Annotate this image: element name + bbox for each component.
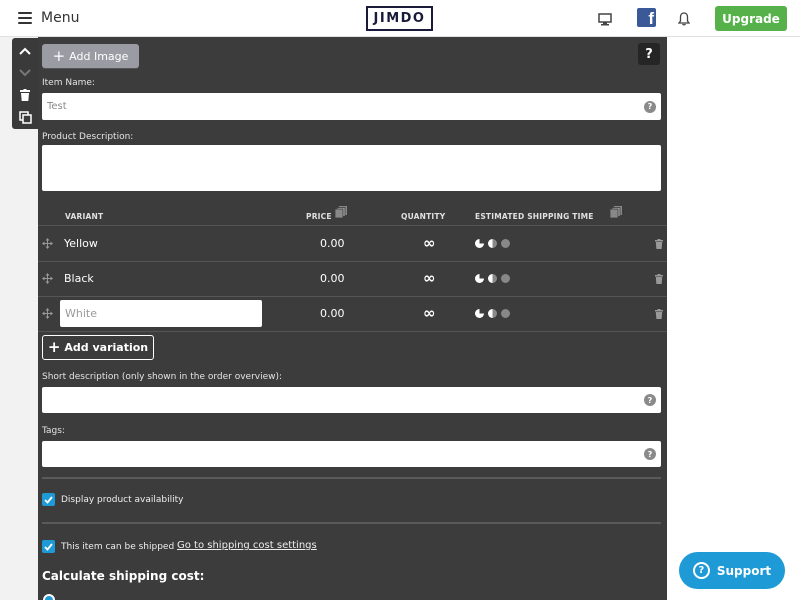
shipping-time-short-icon[interactable] [475,274,484,283]
hamburger-icon [18,12,32,24]
variant-row: Black 0.00 ∞ [38,261,667,296]
divider [42,477,661,479]
help-icon[interactable]: ? [644,448,656,460]
shipping-time-medium-icon[interactable] [488,274,497,283]
variant-name[interactable]: Black [64,272,94,285]
can-be-shipped-option: This item can be shipped [42,540,174,553]
display-availability-option: Display product availability [42,493,183,506]
trash-icon[interactable] [655,239,663,249]
tags-input[interactable] [42,441,631,467]
drag-handle-icon[interactable] [42,308,53,319]
shipping-time-column-header: ESTIMATED SHIPPING TIME [475,212,594,221]
can-be-shipped-label: This item can be shipped [61,541,175,552]
short-description-label: Short description (only shown in the ord… [42,372,283,382]
add-image-button[interactable]: + Add Image [42,44,139,68]
variant-column-header: VARIANT [65,212,104,221]
trash-icon[interactable] [17,87,33,103]
shipping-time-short-icon[interactable] [475,309,484,318]
divider [38,331,667,332]
variant-price[interactable]: 0.00 [320,237,345,250]
shipping-time-long-icon[interactable] [501,239,510,248]
top-bar: Menu JIMDO f Upgrade [0,0,800,37]
facebook-icon[interactable]: f [637,8,656,27]
help-button[interactable]: ? [638,43,660,65]
checkmark-icon [44,542,53,551]
menu-label: Menu [41,10,80,26]
product-editor-panel: + Add Image ? Item Name: ? Product Descr… [38,37,667,600]
item-name-input[interactable] [42,93,631,120]
element-toolbar [12,38,38,129]
shipping-calculation-radio[interactable] [43,594,55,600]
can-be-shipped-checkbox[interactable] [42,540,55,553]
tags-field: ? [42,441,661,467]
bell-icon[interactable] [673,8,695,30]
menu-button[interactable]: Menu [18,8,79,28]
variant-price[interactable]: 0.00 [320,307,345,320]
shipping-time-selector [475,239,510,248]
support-label: Support [716,563,772,578]
price-column-header: PRICE [306,212,332,221]
shipping-time-medium-icon[interactable] [488,309,497,318]
variant-row: Yellow 0.00 ∞ [38,226,667,261]
product-description-label: Product Description: [42,132,134,142]
item-name-field: ? [42,93,661,120]
checkmark-icon [44,495,53,504]
help-icon: ? [692,562,710,579]
duplicate-icon[interactable] [17,109,33,125]
chevron-up-icon[interactable] [17,43,33,59]
plus-icon: + [47,338,61,356]
shipping-time-medium-icon[interactable] [488,239,497,248]
variant-name-input[interactable]: White [60,300,262,327]
shipping-time-selector [475,309,510,318]
tags-label: Tags: [42,426,65,436]
shipping-time-long-icon[interactable] [501,309,510,318]
shipping-settings-link[interactable]: Go to shipping cost settings [177,540,317,551]
variant-name[interactable]: Yellow [64,237,98,250]
upgrade-button[interactable]: Upgrade [715,6,787,31]
add-variation-label: Add variation [64,341,149,354]
item-name-label: Item Name: [42,78,95,88]
copy-shipping-icon[interactable] [610,206,622,218]
display-availability-label: Display product availability [61,494,184,505]
product-description-input[interactable] [42,145,661,191]
short-description-input[interactable] [42,387,631,413]
variant-quantity[interactable]: ∞ [423,269,436,287]
trash-icon[interactable] [655,274,663,284]
drag-handle-icon[interactable] [42,273,53,284]
page-canvas [667,37,800,600]
trash-icon[interactable] [655,309,663,319]
support-button[interactable]: ? Support [679,552,785,589]
display-availability-checkbox[interactable] [42,493,55,506]
plus-icon: + [52,46,66,65]
shipping-time-selector [475,274,510,283]
drag-handle-icon[interactable] [42,238,53,249]
variant-quantity[interactable]: ∞ [423,304,436,322]
jimdo-logo[interactable]: JIMDO [366,6,433,31]
quantity-column-header: QUANTITY [401,212,446,221]
help-icon[interactable]: ? [644,394,656,406]
variant-quantity[interactable]: ∞ [423,234,436,252]
desktop-icon[interactable] [594,8,616,30]
help-icon[interactable]: ? [644,100,656,113]
short-description-field: ? [42,387,661,413]
copy-price-icon[interactable] [335,206,347,218]
add-image-label: Add Image [69,49,129,63]
chevron-down-icon[interactable] [17,65,33,81]
variant-row: White 0.00 ∞ [38,296,667,331]
add-variation-button[interactable]: + Add variation [42,335,154,360]
calculate-shipping-heading: Calculate shipping cost: [42,569,205,583]
shipping-time-long-icon[interactable] [501,274,510,283]
variant-price[interactable]: 0.00 [320,272,345,285]
divider [42,522,661,524]
shipping-time-short-icon[interactable] [475,239,484,248]
